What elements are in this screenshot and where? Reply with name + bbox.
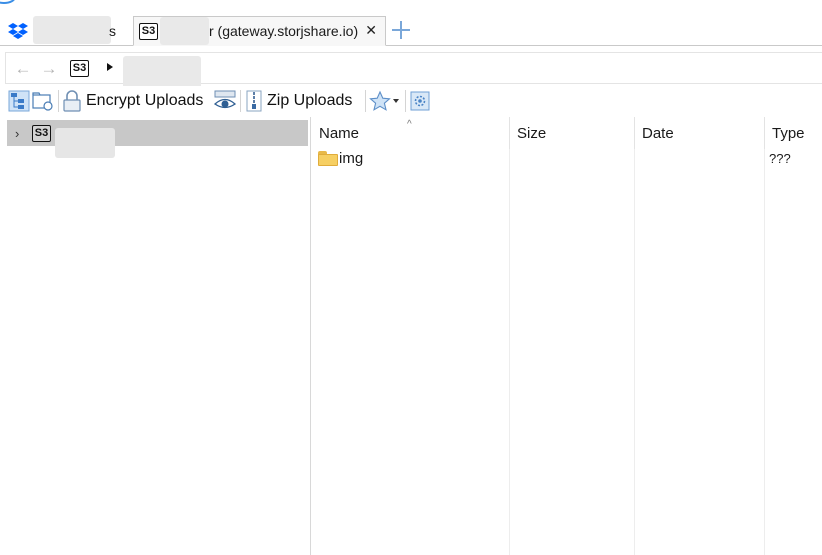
- column-header-date[interactable]: Date: [634, 117, 764, 149]
- s3-icon[interactable]: S3: [70, 60, 89, 77]
- tab-label: s: [109, 23, 116, 39]
- eye-icon: [213, 90, 237, 109]
- view-encryption-button[interactable]: [213, 88, 237, 114]
- tab-strip: s S3 r (gateway.storjshare.io) ✕: [0, 0, 822, 46]
- s3-icon: S3: [32, 124, 51, 142]
- column-header-label: Date: [642, 125, 674, 142]
- tab-s3-gateway[interactable]: S3 r (gateway.storjshare.io) ✕: [133, 16, 386, 46]
- local-folder-button[interactable]: [32, 88, 54, 114]
- toolbar-divider: [405, 90, 406, 112]
- folder-icon: [318, 151, 338, 166]
- tree-item-bucket[interactable]: › S3: [7, 120, 308, 146]
- zip-icon: [246, 90, 262, 112]
- breadcrumb-bucket-redacted[interactable]: [123, 56, 201, 89]
- dropbox-icon: [8, 23, 28, 39]
- column-header-size[interactable]: Size: [509, 117, 634, 149]
- star-icon: [369, 90, 391, 111]
- chevron-down-icon: [393, 99, 399, 103]
- column-divider: [764, 149, 765, 555]
- tab-label: r (gateway.storjshare.io): [209, 23, 359, 39]
- forward-button[interactable]: →: [40, 60, 58, 78]
- add-tab-icon[interactable]: [391, 20, 411, 40]
- sort-ascending-icon: ^: [407, 119, 412, 130]
- address-bar: ← → S3: [0, 50, 822, 89]
- column-header-label: Name: [319, 125, 360, 142]
- close-icon[interactable]: ✕: [365, 22, 377, 39]
- file-name: img: [339, 150, 364, 167]
- zip-uploads-button[interactable]: Zip Uploads: [245, 88, 352, 114]
- encrypt-uploads-label: Encrypt Uploads: [86, 92, 204, 109]
- column-divider: [634, 149, 635, 555]
- settings-button[interactable]: [410, 88, 430, 114]
- toolbar-divider: [365, 90, 366, 112]
- s3-icon: S3: [139, 22, 158, 40]
- zip-uploads-label: Zip Uploads: [267, 92, 353, 109]
- gear-icon: [410, 91, 430, 111]
- column-header-label: Size: [517, 125, 547, 142]
- favorites-button[interactable]: [369, 88, 399, 114]
- toolbar-divider: [240, 90, 241, 112]
- folder-network-icon: [32, 92, 53, 111]
- file-list: Name ^ Size Date Type img ???: [312, 117, 822, 555]
- folder-tree-icon: [8, 90, 30, 112]
- back-button[interactable]: ←: [14, 60, 32, 78]
- file-type: ???: [769, 151, 791, 166]
- column-divider: [509, 149, 510, 555]
- app-logo-icon: [0, 0, 16, 4]
- column-header-label: Type: [772, 125, 805, 142]
- breadcrumb-arrow-icon[interactable]: [107, 63, 113, 71]
- tree-view-button[interactable]: [8, 88, 30, 114]
- tree-item-label-redacted: [55, 128, 115, 158]
- table-row[interactable]: img ???: [317, 149, 822, 171]
- column-header-type[interactable]: Type: [764, 117, 822, 149]
- breadcrumb: ← → S3: [5, 52, 822, 89]
- tab-label-redacted: [160, 17, 209, 45]
- chevron-right-icon[interactable]: ›: [15, 126, 29, 141]
- tab-dropbox[interactable]: s: [0, 16, 130, 46]
- folder-tree: › S3: [0, 117, 311, 555]
- toolbar: Encrypt Uploads Zip Uploads: [0, 86, 822, 116]
- lock-icon: [63, 90, 81, 112]
- toolbar-divider: [58, 90, 59, 112]
- encrypt-uploads-button[interactable]: Encrypt Uploads: [62, 88, 203, 114]
- column-header-name[interactable]: Name ^: [312, 117, 509, 149]
- tab-label-redacted: [33, 16, 111, 44]
